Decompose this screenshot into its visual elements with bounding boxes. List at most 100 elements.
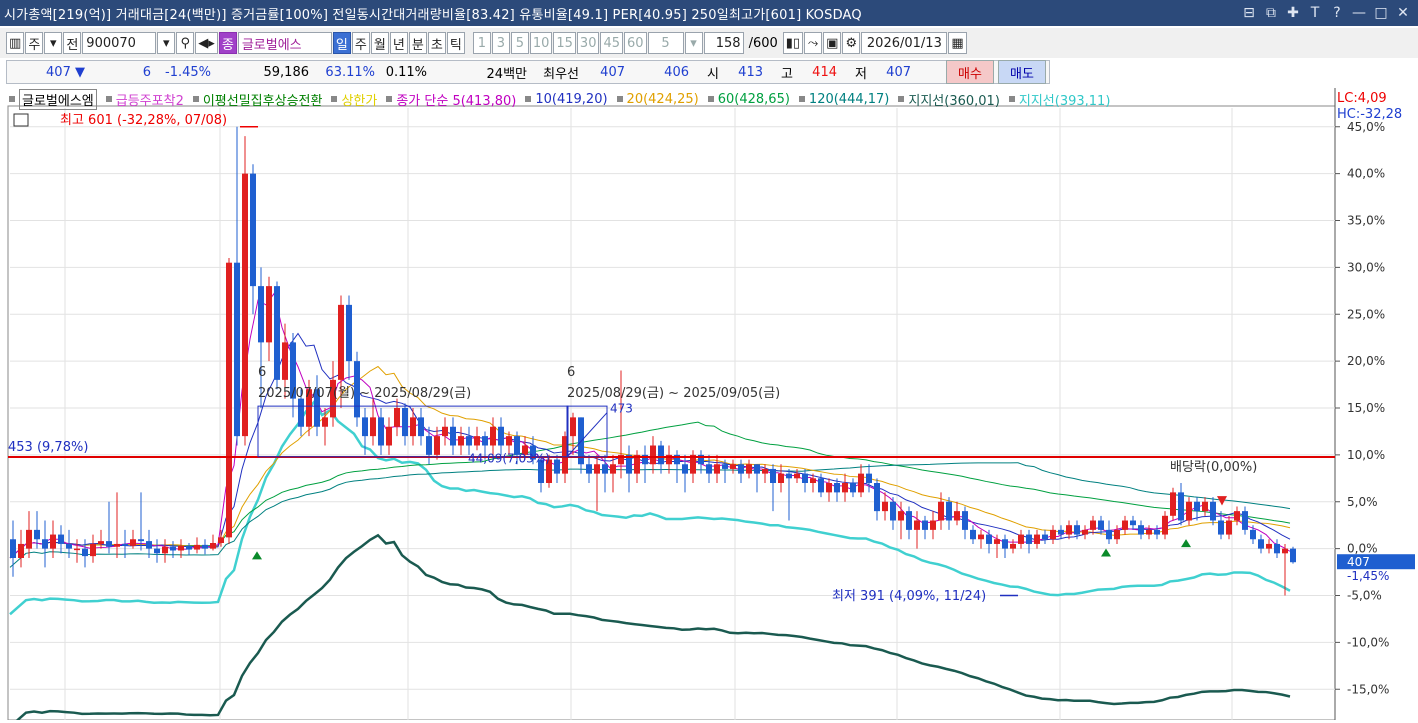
period-tab-month[interactable]: 월: [370, 32, 389, 54]
stock-type-select[interactable]: 주: [25, 32, 44, 54]
candle-body: [378, 417, 384, 446]
legend-item[interactable]: 지지선(360,01): [908, 90, 1000, 109]
candle-body: [1058, 529, 1064, 535]
stock-code-input[interactable]: 900070: [82, 32, 157, 54]
candle-body: [834, 483, 840, 493]
interval-3[interactable]: 3: [491, 32, 510, 54]
interval-60[interactable]: 60: [624, 32, 647, 54]
restore-layout-icon[interactable]: ⊟: [1240, 5, 1258, 21]
candle-body: [66, 543, 72, 549]
period-tab-year[interactable]: 년: [389, 32, 408, 54]
gear-icon[interactable]: ⚙: [842, 32, 861, 54]
legend-item[interactable]: 상한가: [341, 90, 377, 109]
legend-item[interactable]: 지지선(393,11): [1019, 90, 1111, 109]
open-label: 시: [707, 66, 719, 82]
candle-body: [1010, 543, 1016, 549]
calendar-icon[interactable]: ▦: [948, 32, 967, 54]
period-tab-week[interactable]: 주: [351, 32, 370, 54]
candle-body: [250, 173, 256, 287]
candle-body: [426, 436, 432, 455]
candle-body: [458, 436, 464, 446]
candle-body: [122, 543, 128, 546]
interval-10[interactable]: 10: [529, 32, 553, 54]
candle-body: [994, 539, 1000, 544]
pin-icon[interactable]: ✚: [1284, 5, 1302, 21]
candle-body: [282, 342, 288, 380]
candle-body: [586, 464, 592, 474]
y-tick-label: 30,0%: [1347, 260, 1385, 274]
prev-button[interactable]: 전: [63, 32, 82, 54]
legend-marker: [105, 96, 112, 102]
minimize-icon[interactable]: —: [1350, 5, 1368, 21]
legend-item[interactable]: 60(428,65): [718, 92, 790, 107]
count-input[interactable]: 158: [703, 32, 744, 54]
interval-dropdown-icon[interactable]: ▾: [684, 32, 703, 54]
current-price-marker-label: 407: [1347, 555, 1370, 569]
candle-body: [1114, 529, 1120, 540]
candle-body: [1146, 529, 1152, 535]
ma5-line: [9, 292, 1291, 559]
code-dropdown-icon[interactable]: ▾: [157, 32, 176, 54]
date-input[interactable]: 2026/01/13: [861, 32, 948, 54]
layout-icon[interactable]: ▥: [6, 32, 25, 54]
ma120-line: [9, 462, 1291, 568]
current-percent-marker-label: -1,45%: [1347, 569, 1389, 583]
period-tab-tick[interactable]: 틱: [446, 32, 465, 54]
legend-item[interactable]: 120(444,17): [809, 92, 889, 107]
candle-body: [234, 262, 240, 437]
close-icon[interactable]: ✕: [1394, 5, 1412, 21]
save-icon[interactable]: ▣: [823, 32, 842, 54]
legend-bar: 글로벌에스엠 급등주포착2 이평선밀집후상승전환 상한가 종가 단순 5(413,80)…: [6, 88, 1116, 110]
legend-item[interactable]: 이평선밀집후상승전환: [203, 90, 323, 109]
legend-marker: [331, 96, 338, 102]
legend-item[interactable]: 급등주포착2: [116, 90, 184, 109]
interval-45[interactable]: 45: [600, 32, 624, 54]
ask-price: 407: [600, 64, 625, 80]
indicator-icon[interactable]: ⤳: [804, 32, 823, 54]
maximize-icon[interactable]: □: [1372, 5, 1390, 21]
interval-1[interactable]: 1: [472, 32, 491, 54]
candle-body: [506, 436, 512, 446]
legend-item[interactable]: 20(424,25): [627, 92, 699, 107]
candle-body: [770, 468, 776, 483]
legend-item[interactable]: 종가 단순 5(413,80): [396, 90, 516, 109]
candle-body: [842, 483, 848, 493]
price-chart[interactable]: 45,0%40,0%35,0%30,0%25,0%20,0%15,0%10,0%…: [0, 88, 1418, 723]
candle-body: [570, 417, 576, 437]
candle-body: [754, 464, 760, 474]
change-percent: -1.45%: [165, 64, 211, 80]
turnover-rate: 0.11%: [385, 64, 427, 80]
legend-marker: [9, 96, 15, 102]
buy-button[interactable]: 매수: [946, 60, 994, 84]
candle-body: [706, 464, 712, 474]
interval-5[interactable]: 5: [510, 32, 529, 54]
range-box-2-top: 473: [610, 402, 633, 416]
candle-body: [1290, 548, 1296, 563]
title-bar: 시가총액[219(억)] 거래대금[24(백만)] 증거금률[100%] 전일동…: [0, 0, 1418, 26]
interval-15[interactable]: 15: [553, 32, 576, 54]
candle-body: [442, 426, 448, 437]
help-icon[interactable]: ?: [1328, 5, 1346, 21]
candle-body: [10, 539, 16, 558]
period-tab-day[interactable]: 일: [332, 32, 351, 54]
legend-item[interactable]: 10(419,20): [535, 92, 607, 107]
search-icon[interactable]: ⚲: [176, 32, 195, 54]
period-tab-second[interactable]: 초: [427, 32, 446, 54]
sell-button[interactable]: 매도: [998, 60, 1046, 84]
duplicate-window-icon[interactable]: ⧉: [1262, 5, 1280, 21]
stock-name-field[interactable]: 글로벌에스: [237, 32, 332, 54]
interval-30[interactable]: 30: [576, 32, 600, 54]
candle-body: [178, 545, 184, 551]
candle-type-icon[interactable]: ▮▯: [782, 32, 804, 54]
interval-select[interactable]: 5: [647, 32, 684, 54]
grid-toggle-icon: [13, 113, 29, 127]
hc-label: HC:-32,28: [1337, 107, 1402, 122]
stock-type-dropdown-icon[interactable]: ▾: [44, 32, 63, 54]
chart-area[interactable]: 45,0% 40,0% 35,0% 30,0% 25,0% 20,0% 15,0% 10,0%…: [0, 88, 1418, 723]
font-size-icon[interactable]: T: [1306, 5, 1324, 21]
period-tab-minute[interactable]: 분: [408, 32, 427, 54]
change-value: 6: [142, 64, 151, 80]
legend-item[interactable]: 글로벌에스엠: [19, 88, 97, 110]
sound-icon[interactable]: ◀▸: [195, 32, 218, 54]
candle-body: [1218, 520, 1224, 535]
